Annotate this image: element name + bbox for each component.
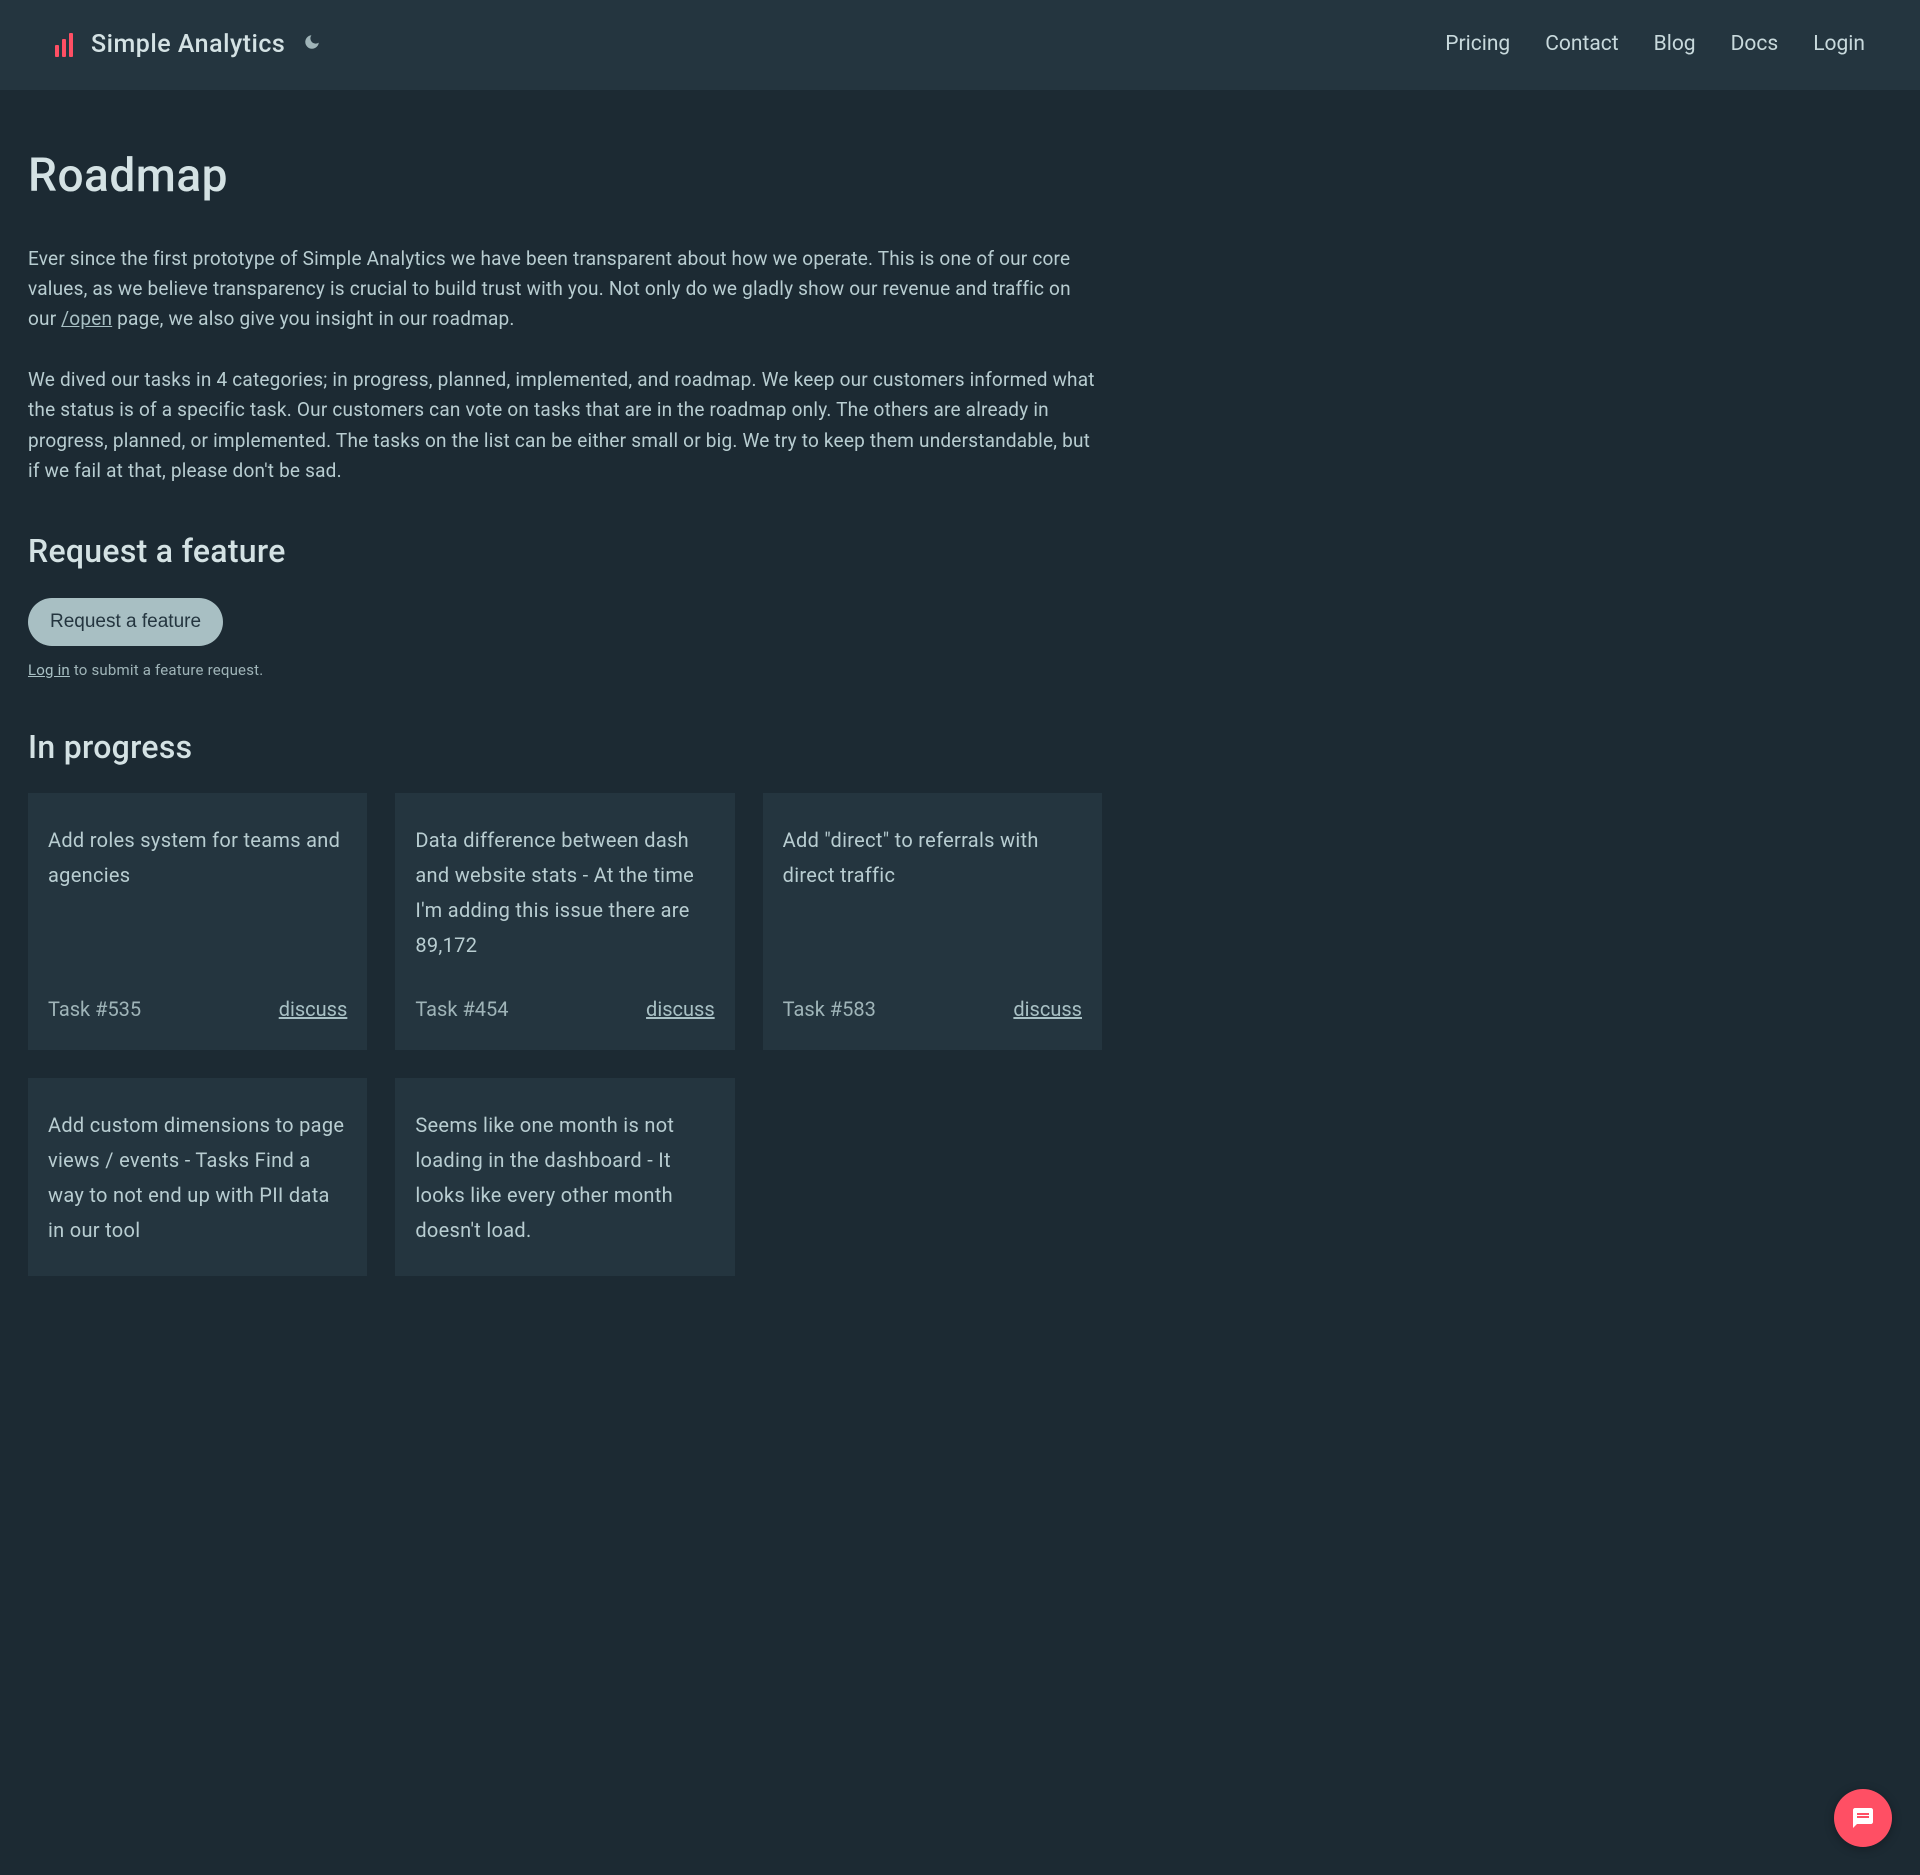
- task-card: Add roles system for teams and agencies …: [28, 793, 367, 1050]
- nav-pricing[interactable]: Pricing: [1445, 28, 1510, 62]
- main-nav: Pricing Contact Blog Docs Login: [1445, 28, 1865, 62]
- main-header: Simple Analytics Pricing Contact Blog Do…: [0, 0, 1920, 90]
- task-grid: Add roles system for teams and agencies …: [28, 793, 1102, 1276]
- task-title: Data difference between dash and website…: [415, 823, 714, 963]
- logo-icon: [55, 33, 73, 57]
- task-id: Task #535: [48, 993, 141, 1025]
- task-title: Add "direct" to referrals with direct tr…: [783, 823, 1082, 893]
- discuss-link[interactable]: discuss: [646, 993, 715, 1025]
- discuss-link[interactable]: discuss: [279, 993, 348, 1025]
- task-footer: Task #535 discuss: [48, 993, 347, 1025]
- open-link[interactable]: /open: [61, 307, 112, 330]
- request-heading: Request a feature: [28, 526, 1102, 577]
- page-title: Roadmap: [28, 140, 1102, 214]
- task-footer: Task #454 discuss: [415, 993, 714, 1025]
- login-suffix: to submit a feature request.: [70, 661, 264, 679]
- categories-paragraph: We dived our tasks in 4 categories; in p…: [28, 365, 1102, 487]
- task-card: Add "direct" to referrals with direct tr…: [763, 793, 1102, 1050]
- nav-docs[interactable]: Docs: [1731, 28, 1779, 62]
- task-footer: Task #583 discuss: [783, 993, 1082, 1025]
- login-note: Log in to submit a feature request.: [28, 658, 1102, 682]
- task-card: Seems like one month is not loading in t…: [395, 1078, 734, 1276]
- login-link[interactable]: Log in: [28, 661, 70, 679]
- content: Roadmap Ever since the first prototype o…: [0, 90, 1130, 1376]
- chat-icon: [1851, 1806, 1875, 1830]
- nav-blog[interactable]: Blog: [1654, 28, 1696, 62]
- chat-button[interactable]: [1834, 1789, 1892, 1847]
- task-card: Add custom dimensions to page views / ev…: [28, 1078, 367, 1276]
- discuss-link[interactable]: discuss: [1013, 993, 1082, 1025]
- task-title: Add custom dimensions to page views / ev…: [48, 1108, 347, 1248]
- task-card: Data difference between dash and website…: [395, 793, 734, 1050]
- task-id: Task #583: [783, 993, 876, 1025]
- brand-name: Simple Analytics: [91, 25, 285, 65]
- task-title: Add roles system for teams and agencies: [48, 823, 347, 893]
- request-feature-button[interactable]: Request a feature: [28, 598, 223, 646]
- nav-contact[interactable]: Contact: [1545, 28, 1618, 62]
- moon-icon[interactable]: [303, 30, 321, 60]
- task-title: Seems like one month is not loading in t…: [415, 1108, 714, 1248]
- brand[interactable]: Simple Analytics: [55, 25, 321, 65]
- intro-text-2: page, we also give you insight in our ro…: [112, 307, 514, 330]
- intro-paragraph: Ever since the first prototype of Simple…: [28, 244, 1102, 335]
- in-progress-heading: In progress: [28, 722, 1102, 773]
- task-id: Task #454: [415, 993, 508, 1025]
- nav-login[interactable]: Login: [1813, 28, 1865, 62]
